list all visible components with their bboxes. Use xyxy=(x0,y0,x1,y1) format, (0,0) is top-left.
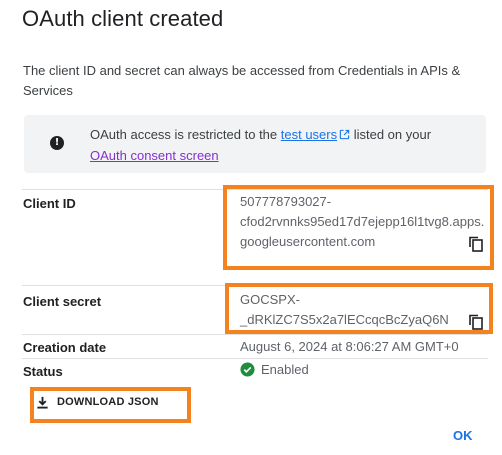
divider xyxy=(22,358,488,359)
copy-client-secret-icon[interactable] xyxy=(469,314,483,330)
status-label: Status xyxy=(23,364,63,379)
client-id-line1: 507778793027- xyxy=(240,194,332,209)
client-secret-label: Client secret xyxy=(23,294,102,309)
info-banner-text: OAuth access is restricted to the test u… xyxy=(90,124,470,166)
client-id-value[interactable]: 507778793027- cfod2rvnnks95ed17d7ejepp16… xyxy=(240,192,484,252)
status-value: Enabled xyxy=(240,362,309,377)
info-icon: ! xyxy=(50,136,64,150)
divider xyxy=(22,334,488,335)
info-text-after: listed on your xyxy=(350,127,432,142)
check-circle-icon xyxy=(240,362,255,377)
client-id-line3: googleusercontent.com xyxy=(240,234,376,249)
dialog-description: The client ID and secret can always be a… xyxy=(23,63,461,98)
oauth-consent-screen-link[interactable]: OAuth consent screen xyxy=(90,148,219,163)
download-icon xyxy=(37,396,48,409)
info-text-before: OAuth access is restricted to the xyxy=(90,127,281,142)
client-secret-line2: _dRKlZC7S5x2a7lECcqcBcZyaQ6N xyxy=(240,312,449,327)
creation-date-value: August 6, 2024 at 8:06:27 AM GMT+0 xyxy=(240,339,459,354)
client-secret-line1: GOCSPX- xyxy=(240,292,300,307)
dialog-title: OAuth client created xyxy=(22,6,224,31)
download-json-button[interactable]: DOWNLOAD JSON xyxy=(36,392,159,412)
oauth-client-created-dialog: OAuth client created The client ID and s… xyxy=(0,0,502,455)
client-id-line2: cfod2rvnnks95ed17d7ejepp16l1tvg8.apps. xyxy=(240,214,485,229)
download-json-label: DOWNLOAD JSON xyxy=(57,396,159,408)
client-secret-value[interactable]: GOCSPX- _dRKlZC7S5x2a7lECcqcBcZyaQ6N xyxy=(240,290,449,330)
test-users-link[interactable]: test users xyxy=(281,127,337,142)
divider xyxy=(22,285,488,286)
info-banner: ! OAuth access is restricted to the test… xyxy=(24,115,486,173)
creation-date-label: Creation date xyxy=(23,340,107,355)
divider xyxy=(22,189,488,190)
status-text: Enabled xyxy=(261,362,309,377)
copy-client-id-icon[interactable] xyxy=(469,236,483,252)
open-in-new-icon[interactable] xyxy=(339,129,350,140)
ok-button[interactable]: OK xyxy=(453,428,473,443)
client-id-label: Client ID xyxy=(23,196,76,211)
